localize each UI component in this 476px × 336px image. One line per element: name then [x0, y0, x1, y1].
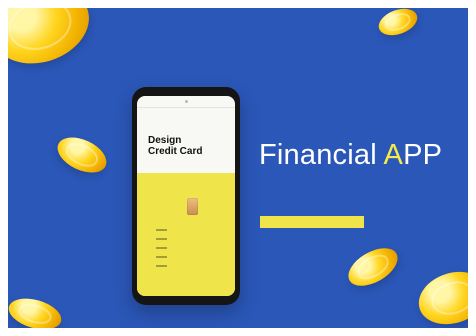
card-title-line-2: Credit Card	[148, 146, 203, 157]
coin-icon	[411, 263, 468, 328]
status-dot-icon	[184, 100, 188, 103]
phone-status-bar	[137, 96, 235, 108]
coin-icon	[8, 293, 65, 328]
card-number-line	[156, 247, 167, 249]
card-number-lines	[156, 222, 174, 289]
coin-icon	[52, 130, 112, 180]
card-number-line	[156, 265, 167, 267]
title-accent: A	[383, 139, 404, 171]
phone-mockup: Design Credit Card	[132, 87, 240, 305]
coin-icon	[375, 8, 421, 41]
phone-screen: Design Credit Card	[137, 96, 235, 296]
card-brand-label	[213, 218, 220, 251]
title-prefix: Financial	[259, 139, 384, 171]
coin-icon	[342, 240, 404, 294]
card-number-line	[156, 238, 167, 240]
card-number-line	[156, 229, 167, 231]
card-title: Design Credit Card	[148, 135, 208, 157]
card-chip-icon	[187, 198, 198, 215]
card-number-line	[156, 256, 167, 258]
cta-button[interactable]	[260, 216, 364, 228]
page-title: Financial APP	[259, 140, 442, 170]
title-suffix: PP	[403, 139, 443, 171]
credit-card-preview	[137, 173, 235, 296]
coin-icon	[8, 8, 99, 76]
marketing-banner: Design Credit Card Financial APP	[8, 8, 468, 328]
card-title-line-1: Design	[148, 135, 182, 146]
